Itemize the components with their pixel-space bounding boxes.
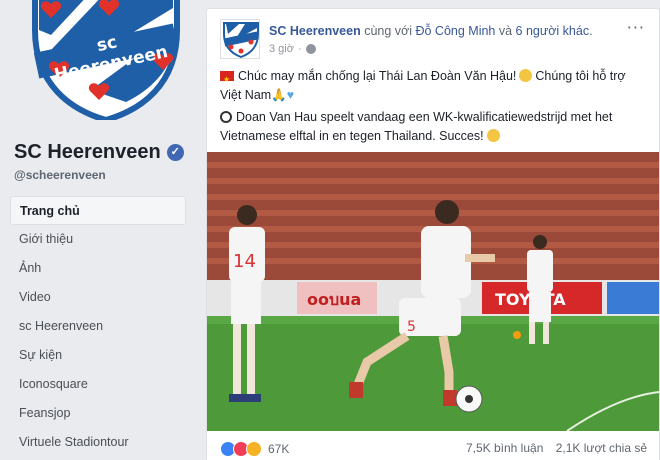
shares-count-link[interactable]: 2,1K lượt chia sẻ bbox=[556, 441, 647, 455]
others-link[interactable]: 6 người khác bbox=[516, 24, 590, 38]
post-author-link[interactable]: SC Heerenveen bbox=[269, 24, 361, 38]
post-timestamp[interactable]: 3 giờ bbox=[269, 43, 294, 55]
post-card: SC Heerenveen cùng với Đỗ Công Minh và 6… bbox=[206, 8, 660, 460]
reaction-count: 67K bbox=[268, 442, 290, 456]
with-text: cùng với bbox=[360, 24, 416, 38]
more-options-icon[interactable]: ··· bbox=[627, 18, 645, 37]
tagged-user-link[interactable]: Đỗ Công Minh bbox=[415, 24, 495, 38]
soccer-ball bbox=[455, 385, 483, 413]
football-match-photo: ooบua TOYOTA 14 5 bbox=[207, 152, 659, 431]
flexed-biceps-icon bbox=[486, 129, 500, 142]
vietnam-flag-icon bbox=[220, 70, 234, 89]
board-text-1: ooบua bbox=[307, 290, 361, 309]
and-text: và bbox=[495, 24, 516, 38]
heerenveen-crest-icon bbox=[223, 22, 259, 58]
post-photo[interactable]: ooบua TOYOTA 14 5 bbox=[207, 152, 659, 431]
folded-hands-icon: 🙏 bbox=[271, 88, 287, 102]
post-text-dutch: Doan Van Hau speelt vandaag een WK-kwali… bbox=[220, 110, 613, 143]
page-nav: Trang chủ Giới thiệu Ảnh Video sc Heeren… bbox=[10, 196, 186, 457]
page-title-text: SC Heerenveen bbox=[14, 141, 161, 163]
period-text: . bbox=[589, 24, 593, 38]
nav-item-sc-heerenveen[interactable]: sc Heerenveen bbox=[10, 312, 186, 341]
post-text-line2: Doan Van Hau speelt vandaag een WK-kwali… bbox=[220, 108, 650, 146]
nav-item-iconosquare[interactable]: Iconosquare bbox=[10, 370, 186, 399]
post-stats: 7,5K bình luận 2,1K lượt chia sẻ bbox=[466, 441, 647, 455]
nav-item-about[interactable]: Giới thiệu bbox=[10, 225, 186, 254]
left-sidebar: sc Heerenveen SC Heerenveen ✓ @scheerenv… bbox=[0, 0, 196, 460]
page-title[interactable]: SC Heerenveen ✓ bbox=[14, 141, 184, 164]
nav-item-feansjop[interactable]: Feansjop bbox=[10, 399, 186, 428]
author-avatar[interactable] bbox=[220, 19, 260, 59]
reactions-summary[interactable]: 67K bbox=[220, 441, 289, 457]
post-meta: 3 giờ · bbox=[269, 43, 316, 55]
player-number-14: 14 bbox=[233, 251, 256, 272]
page-handle[interactable]: @scheerenveen bbox=[14, 168, 106, 182]
nav-item-stadium-tour[interactable]: Virtuele Stadiontour bbox=[10, 428, 186, 457]
verified-badge-icon: ✓ bbox=[166, 144, 184, 161]
post-header: SC Heerenveen cùng với Đỗ Công Minh và 6… bbox=[269, 24, 593, 38]
soccer-ball-icon bbox=[220, 111, 232, 123]
blue-heart-icon: ♥ bbox=[286, 88, 295, 102]
nav-item-videos[interactable]: Video bbox=[10, 283, 186, 312]
player-number-5: 5 bbox=[407, 319, 416, 335]
post-text-line1: Chúc may mắn chống lại Thái Lan Đoàn Văn… bbox=[220, 67, 650, 105]
comments-count-link[interactable]: 7,5K bình luận bbox=[466, 441, 543, 455]
nav-item-photos[interactable]: Ảnh bbox=[10, 254, 186, 283]
nav-item-events[interactable]: Sự kiện bbox=[10, 341, 186, 370]
flexed-biceps-icon bbox=[519, 69, 533, 82]
haha-reaction-icon bbox=[246, 441, 262, 457]
page-logo[interactable]: sc Heerenveen bbox=[31, 0, 181, 124]
post-text-part1: Chúc may mắn chống lại Thái Lan Đoàn Văn… bbox=[238, 69, 517, 83]
globe-icon bbox=[305, 44, 316, 54]
nav-item-home[interactable]: Trang chủ bbox=[10, 196, 186, 225]
